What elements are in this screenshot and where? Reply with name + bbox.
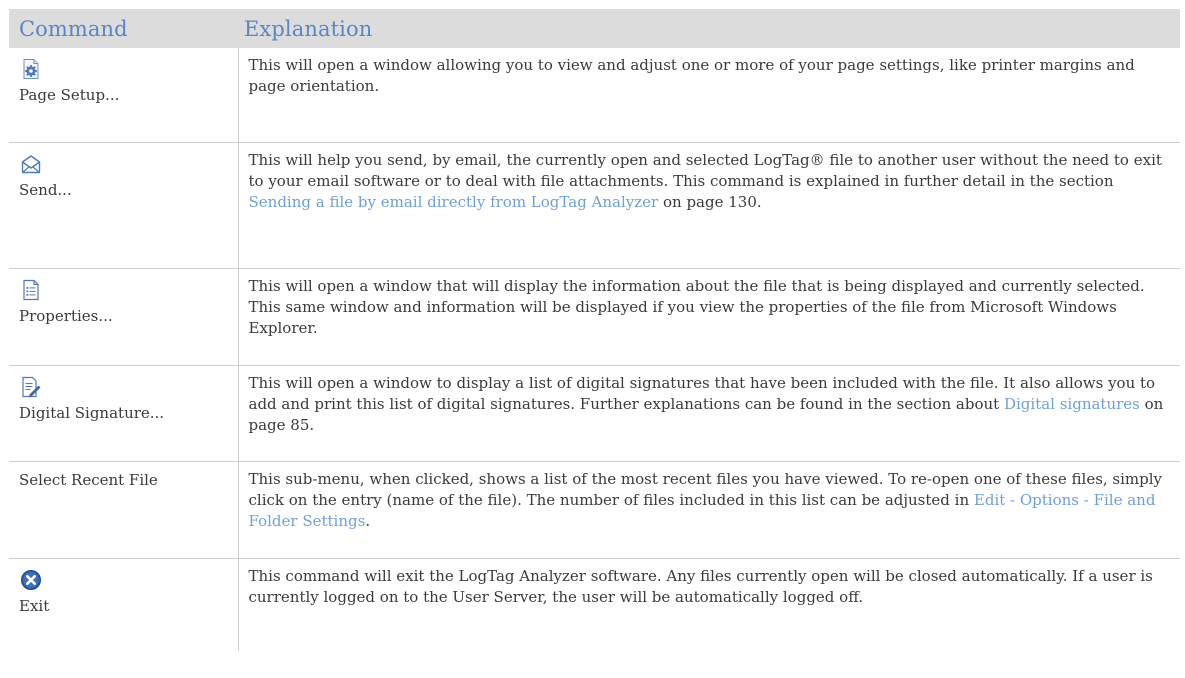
- explanation-cell: This will open a window to display a lis…: [238, 365, 1180, 462]
- command-label: Exit: [19, 597, 50, 615]
- digital-signatures-link[interactable]: Digital signatures: [1004, 395, 1140, 413]
- command-label: Select Recent File: [19, 471, 158, 489]
- document-pen-icon: [22, 376, 41, 398]
- envelope-icon: [21, 155, 41, 174]
- explanation-cell: This command will exit the LogTag Analyz…: [238, 559, 1180, 652]
- explanation-cell: This will help you send, by email, the c…: [238, 142, 1180, 269]
- sending-file-by-email-link[interactable]: Sending a file by email directly from Lo…: [249, 193, 659, 211]
- explanation-cell: This will open a window that will displa…: [238, 268, 1180, 366]
- explanation-text: This will open a window allowing you to …: [248, 56, 1135, 95]
- explanation-text: This will help you send, by email, the c…: [248, 151, 1162, 190]
- command-cell: Properties...: [9, 268, 239, 366]
- commands-table: Command Explanation Page Setup... This w…: [9, 9, 1180, 651]
- explanation-text-tail: on page 130.: [658, 193, 762, 211]
- header-command: Command: [9, 9, 238, 48]
- command-cell: Page Setup...: [9, 48, 239, 143]
- command-cell: Select Recent File: [9, 461, 239, 559]
- command-label: Properties...: [19, 307, 113, 325]
- command-label: Digital Signature...: [19, 404, 165, 422]
- header-explanation: Explanation: [238, 9, 1180, 48]
- explanation-cell: This will open a window allowing you to …: [238, 48, 1180, 143]
- table-row: Select Recent File This sub-menu, when c…: [9, 461, 1180, 559]
- document-list-icon: [23, 279, 39, 301]
- command-cell: Exit: [9, 558, 239, 651]
- explanation-cell: This sub-menu, when clicked, shows a lis…: [238, 461, 1180, 559]
- explanation-text-tail: .: [365, 512, 371, 530]
- table-row: Digital Signature... This will open a wi…: [9, 365, 1180, 462]
- table-row: Page Setup... This will open a window al…: [9, 48, 1180, 143]
- command-cell: Digital Signature...: [9, 365, 239, 462]
- table-row: Properties... This will open a window th…: [9, 268, 1180, 366]
- exit-x-circle-icon: [21, 570, 41, 590]
- explanation-text: This command will exit the LogTag Analyz…: [248, 567, 1153, 606]
- command-label: Send...: [19, 181, 72, 199]
- explanation-text: This will open a window that will displa…: [248, 277, 1145, 337]
- table-row: Exit This command will exit the LogTag A…: [9, 558, 1180, 652]
- command-label: Page Setup...: [19, 86, 120, 104]
- command-cell: Send...: [9, 142, 239, 269]
- table-header-row: Command Explanation: [9, 9, 1180, 48]
- table-row: Send... This will help you send, by emai…: [9, 142, 1180, 269]
- page-setup-gear-icon: [23, 59, 39, 79]
